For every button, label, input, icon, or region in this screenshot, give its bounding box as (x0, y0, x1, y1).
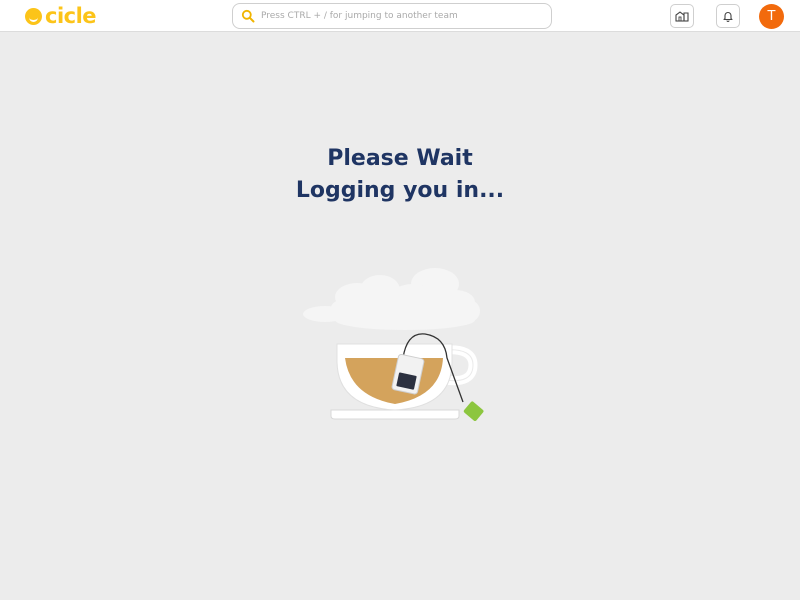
steam-cloud (303, 268, 480, 330)
saucer (330, 409, 460, 420)
search-bar[interactable] (232, 3, 552, 29)
please-wait-text: Please Wait (327, 146, 473, 171)
search-input[interactable] (261, 11, 531, 21)
top-bar: cicle T (0, 0, 800, 32)
avatar[interactable]: T (759, 4, 784, 29)
company-button[interactable] (670, 4, 694, 28)
app-logo[interactable]: cicle (25, 4, 97, 28)
buildings-icon (675, 10, 689, 22)
bell-icon (722, 10, 734, 22)
logging-in-text: Logging you in... (295, 178, 505, 203)
search-icon (241, 9, 255, 23)
notifications-button[interactable] (716, 4, 740, 28)
loading-message: Please Wait Logging you in... (0, 143, 800, 207)
logo-text: cicle (45, 4, 97, 28)
tea-cup-illustration (295, 262, 495, 432)
tea-tag (463, 401, 484, 421)
cicle-logo-icon (25, 7, 42, 25)
